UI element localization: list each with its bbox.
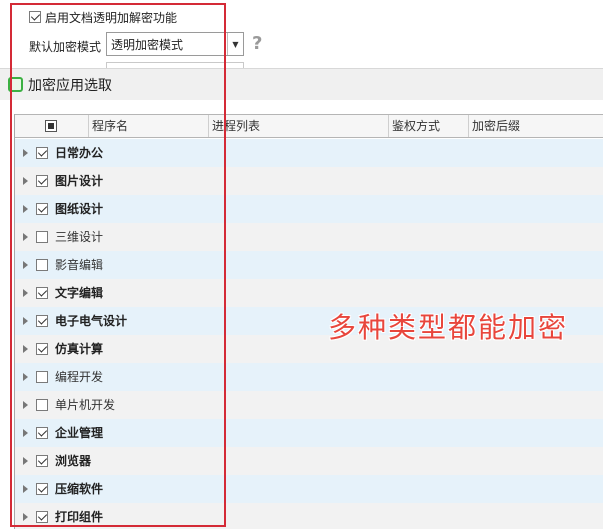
table-row[interactable]: 压缩软件 — [15, 475, 603, 503]
table-row[interactable]: 文字编辑 — [15, 279, 603, 307]
row-label: 编程开发 — [55, 370, 104, 384]
row-label: 企业管理 — [55, 426, 104, 440]
chevron-down-icon[interactable]: ▼ — [227, 33, 243, 55]
row-checkbox[interactable] — [36, 231, 48, 243]
default-mode-value: 透明加密模式 — [111, 37, 184, 52]
row-checkbox[interactable] — [36, 343, 48, 355]
row-checkbox[interactable] — [36, 399, 48, 411]
row-label: 图片设计 — [55, 174, 104, 188]
default-mode-label: 默认加密模式 — [29, 40, 102, 54]
table-row[interactable]: 企业管理 — [15, 419, 603, 447]
table-row[interactable]: 浏览器 — [15, 447, 603, 475]
section-title: 加密应用选取 — [28, 77, 112, 94]
column-header-encrypted-suffix[interactable]: 加密后缀 — [468, 115, 603, 137]
row-label: 压缩软件 — [55, 482, 104, 496]
table-row[interactable]: 影音编辑 — [15, 251, 603, 279]
annotation-text: 多种类型都能加密 — [328, 311, 569, 344]
row-label: 仿真计算 — [55, 342, 104, 356]
enable-encryption-label: 启用文档透明加解密功能 — [45, 10, 178, 25]
row-label: 日常办公 — [55, 146, 104, 160]
row-checkbox[interactable] — [36, 455, 48, 467]
table-row[interactable]: 编程开发 — [15, 363, 603, 391]
row-label: 电子电气设计 — [55, 314, 128, 328]
expand-arrow-icon[interactable] — [23, 457, 28, 465]
column-header-auth-method[interactable]: 鉴权方式 — [388, 115, 468, 137]
expand-arrow-icon[interactable] — [23, 401, 28, 409]
row-label: 文字编辑 — [55, 286, 104, 300]
row-label: 浏览器 — [55, 454, 92, 468]
section-header: 加密应用选取 — [0, 68, 603, 100]
column-header-program-name[interactable]: 程序名 — [88, 115, 212, 137]
default-mode-select[interactable]: 透明加密模式 ▼ — [106, 32, 244, 56]
expand-arrow-icon[interactable] — [23, 513, 28, 521]
row-label: 打印组件 — [55, 510, 104, 524]
expand-arrow-icon[interactable] — [23, 261, 28, 269]
row-checkbox[interactable] — [36, 203, 48, 215]
row-checkbox[interactable] — [36, 371, 48, 383]
expand-arrow-icon[interactable] — [23, 205, 28, 213]
expand-arrow-icon[interactable] — [23, 373, 28, 381]
row-checkbox[interactable] — [36, 259, 48, 271]
expand-arrow-icon[interactable] — [23, 429, 28, 437]
table-row[interactable]: 打印组件 — [15, 503, 603, 529]
expand-arrow-icon[interactable] — [23, 485, 28, 493]
select-all-checkbox[interactable] — [45, 120, 57, 132]
table-row[interactable]: 单片机开发 — [15, 391, 603, 419]
table-row[interactable]: 图片设计 — [15, 167, 603, 195]
expand-arrow-icon[interactable] — [23, 317, 28, 325]
expand-arrow-icon[interactable] — [23, 149, 28, 157]
row-label: 图纸设计 — [55, 202, 104, 216]
enable-encryption-option[interactable]: 启用文档透明加解密功能 — [29, 9, 177, 25]
row-label: 影音编辑 — [55, 258, 104, 272]
row-checkbox[interactable] — [36, 287, 48, 299]
row-checkbox[interactable] — [36, 315, 48, 327]
row-checkbox[interactable] — [36, 483, 48, 495]
expand-arrow-icon[interactable] — [23, 177, 28, 185]
row-checkbox[interactable] — [36, 147, 48, 159]
app-select-icon — [8, 77, 23, 92]
table-row[interactable]: 三维设计 — [15, 223, 603, 251]
row-checkbox[interactable] — [36, 427, 48, 439]
expand-arrow-icon[interactable] — [23, 289, 28, 297]
expand-arrow-icon[interactable] — [23, 345, 28, 353]
help-icon[interactable]: ? — [252, 33, 262, 54]
enable-encryption-checkbox[interactable] — [29, 11, 41, 23]
table-header: 程序名 进程列表 鉴权方式 加密后缀 — [15, 114, 603, 138]
settings-panel: 启用文档透明加解密功能 默认加密模式 透明加密模式 ▼ ? — [0, 0, 603, 70]
table-row[interactable]: 日常办公 — [15, 139, 603, 167]
row-label: 单片机开发 — [55, 398, 116, 412]
table-row[interactable]: 图纸设计 — [15, 195, 603, 223]
row-label: 三维设计 — [55, 230, 104, 244]
column-header-process-list[interactable]: 进程列表 — [208, 115, 388, 137]
row-checkbox[interactable] — [36, 175, 48, 187]
expand-arrow-icon[interactable] — [23, 233, 28, 241]
row-checkbox[interactable] — [36, 511, 48, 523]
